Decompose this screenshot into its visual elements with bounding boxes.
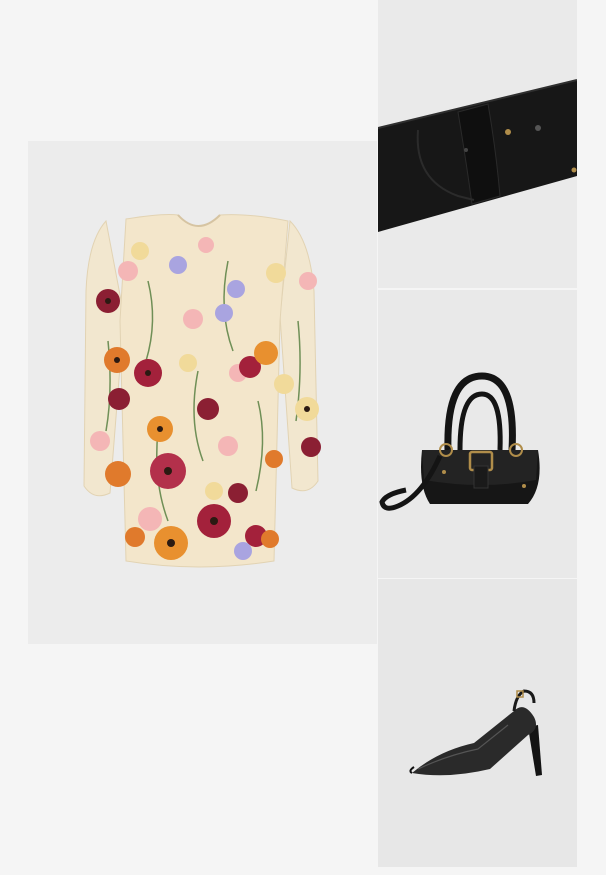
belt-icon bbox=[378, 79, 577, 232]
product-tile-bag[interactable] bbox=[378, 290, 577, 578]
handbag-icon bbox=[379, 372, 540, 511]
product-tile-shoe[interactable] bbox=[378, 579, 577, 867]
dress-icon bbox=[83, 214, 321, 568]
product-tile-dress[interactable] bbox=[28, 141, 377, 644]
shoe-icon bbox=[409, 689, 542, 776]
product-tile-belt[interactable] bbox=[378, 0, 577, 288]
